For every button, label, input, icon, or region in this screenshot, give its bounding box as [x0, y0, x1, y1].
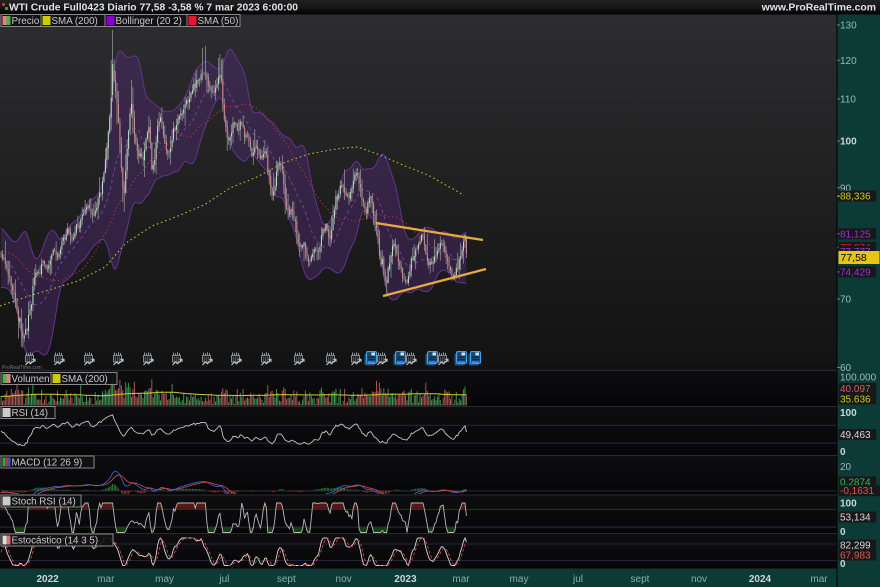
svg-text:2024: 2024 [749, 574, 772, 585]
svg-text:53,134: 53,134 [840, 513, 871, 524]
svg-text:70: 70 [840, 295, 852, 306]
svg-text:49,463: 49,463 [840, 430, 871, 441]
svg-text:Precio: Precio [12, 16, 40, 27]
svg-text:88,336: 88,336 [840, 192, 871, 203]
svg-text:Bollinger (20 2): Bollinger (20 2) [116, 16, 182, 27]
svg-text:nov: nov [691, 574, 707, 585]
svg-text:Estocástico (14 3 5): Estocástico (14 3 5) [12, 536, 99, 547]
svg-text:SMA (50): SMA (50) [198, 16, 239, 27]
svg-text:mar: mar [452, 574, 470, 585]
svg-text:100: 100 [840, 499, 857, 510]
svg-text:jul: jul [218, 574, 229, 585]
svg-text:81,125: 81,125 [840, 229, 871, 240]
svg-text:may: may [510, 574, 529, 585]
svg-text:sept: sept [631, 574, 650, 585]
svg-text:0: 0 [840, 559, 846, 570]
svg-text:20: 20 [840, 462, 852, 473]
svg-text:-0,1631: -0,1631 [840, 486, 874, 497]
svg-text:www.ProRealTime.com: www.ProRealTime.com [761, 3, 876, 14]
svg-text:may: may [155, 574, 174, 585]
svg-text:jul: jul [572, 574, 583, 585]
svg-text:SMA (200): SMA (200) [52, 16, 98, 27]
svg-text:sept: sept [277, 574, 296, 585]
svg-text:ProRealTime.com: ProRealTime.com [2, 365, 42, 371]
svg-text:mar: mar [810, 574, 828, 585]
svg-text:74,429: 74,429 [840, 267, 871, 278]
svg-text:100.000: 100.000 [840, 373, 877, 384]
svg-text:2023: 2023 [394, 574, 417, 585]
svg-text:nov: nov [336, 574, 352, 585]
svg-text:SMA (200): SMA (200) [62, 374, 108, 385]
svg-text:Stoch RSI (14): Stoch RSI (14) [12, 497, 76, 508]
svg-text:Volumen: Volumen [12, 374, 50, 385]
svg-text:WTI Crude Full0423 Diario 77,5: WTI Crude Full0423 Diario 77,58 -3,58 % … [9, 3, 298, 14]
svg-text:MACD (12 26 9): MACD (12 26 9) [12, 458, 83, 469]
svg-text:130: 130 [840, 20, 857, 31]
svg-text:40.097: 40.097 [840, 384, 871, 395]
svg-text:0: 0 [840, 527, 846, 538]
svg-text:110: 110 [840, 94, 856, 105]
svg-text:100: 100 [840, 408, 857, 419]
svg-text:RSI (14): RSI (14) [12, 408, 48, 419]
svg-text:77,58: 77,58 [841, 252, 867, 264]
svg-text:35.636: 35.636 [840, 395, 871, 406]
svg-text:mar: mar [97, 574, 115, 585]
svg-text:0: 0 [840, 447, 846, 458]
svg-text:120: 120 [840, 56, 857, 67]
svg-text:100: 100 [840, 137, 857, 148]
svg-text:2022: 2022 [36, 574, 59, 585]
